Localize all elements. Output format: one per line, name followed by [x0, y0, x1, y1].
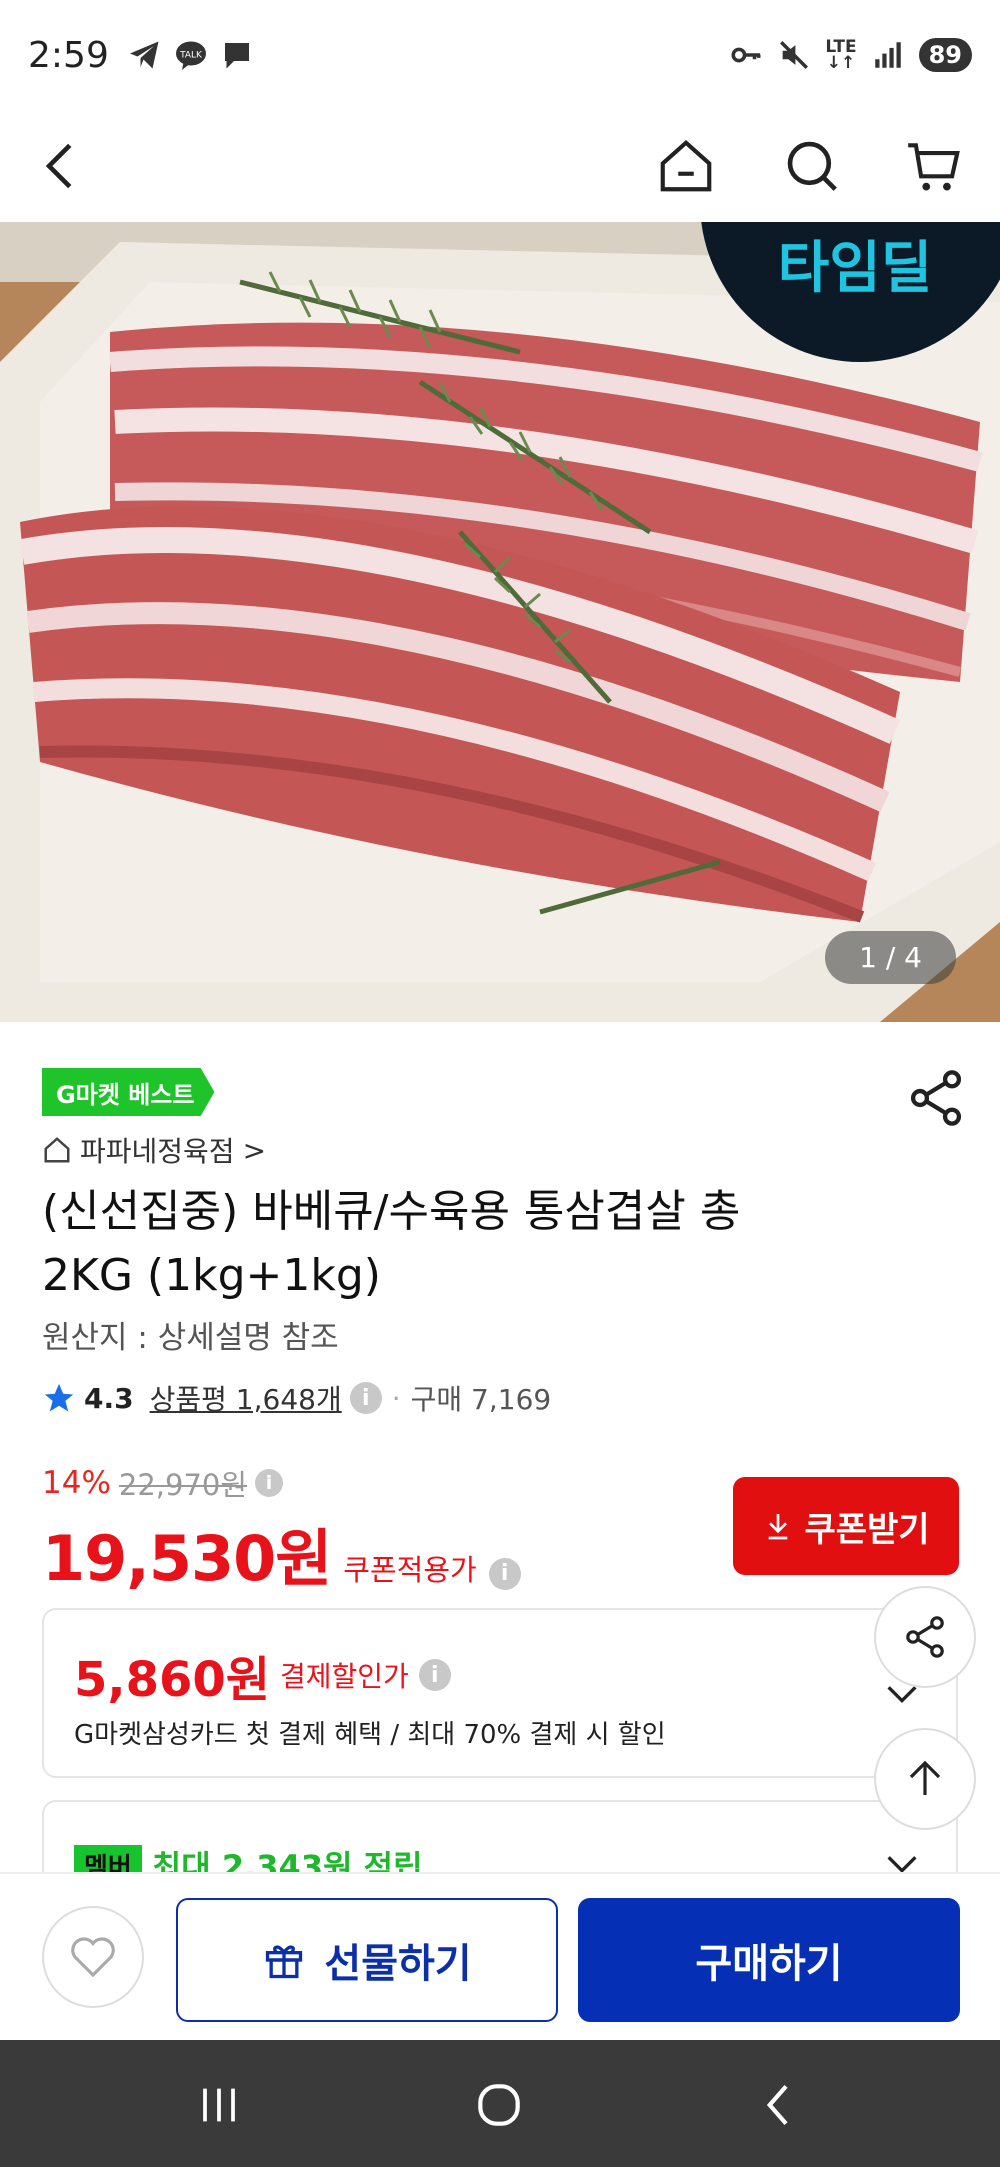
top-navigation	[0, 110, 1000, 222]
wishlist-button[interactable]	[42, 1906, 144, 2008]
star-icon	[44, 1383, 74, 1412]
back-icon	[45, 143, 72, 189]
discount-percent: 14%	[42, 1465, 111, 1501]
gift-button[interactable]: 선물하기	[176, 1898, 558, 2022]
telegram-icon	[129, 41, 159, 69]
scroll-top-button[interactable]	[874, 1728, 976, 1830]
message-bubble-icon	[224, 43, 249, 69]
share-icon	[910, 1070, 962, 1126]
cart-icon	[908, 143, 960, 191]
discount-row: 14% 22,970원 i	[42, 1462, 284, 1504]
gift-icon	[266, 1945, 303, 1979]
key-icon	[731, 47, 761, 63]
bottom-action-bar: 선물하기 구매하기	[0, 1872, 1000, 2040]
rating-row: 4.3 상품평 1,648개 i · 구매 7,169	[42, 1378, 551, 1418]
shop-name: 파파네정육점	[80, 1135, 235, 1168]
sale-price-label: 쿠폰적용가	[343, 1553, 477, 1587]
product-origin: 원산지 : 상세설명 참조	[42, 1320, 339, 1356]
original-price: 22,970원	[118, 1468, 248, 1502]
heart-icon	[71, 1937, 115, 1978]
clock: 2:59	[28, 34, 109, 76]
product-image-carousel[interactable]: 타임딜 1 / 4	[0, 222, 1000, 1022]
shop-home-icon	[44, 1137, 70, 1163]
back-button[interactable]	[24, 128, 100, 204]
signal-icon	[874, 42, 901, 68]
cart-button[interactable]	[896, 128, 972, 204]
pork-belly-photo: 타임딜	[0, 222, 1000, 1022]
home-icon	[660, 139, 712, 192]
best-badge: G마켓 베스트	[42, 1068, 215, 1116]
coupon-button-label: 쿠폰받기	[804, 1509, 930, 1550]
card-discount-amount: 5,860원	[74, 1652, 270, 1708]
search-button[interactable]	[774, 128, 850, 204]
info-icon[interactable]: i	[418, 1659, 451, 1691]
review-link[interactable]: 상품평 1,648개	[150, 1378, 342, 1418]
back-arrow-icon	[766, 2084, 788, 2126]
gift-button-label: 선물하기	[324, 1941, 472, 1987]
notification-icons: TALK	[127, 37, 255, 73]
home-circle-icon	[478, 2084, 520, 2126]
price-row: 19,530원 쿠폰적용가 i	[42, 1508, 521, 1598]
search-icon	[787, 141, 837, 191]
kakaotalk-icon: TALK	[175, 41, 206, 70]
rating-score: 4.3	[84, 1381, 134, 1415]
sale-price: 19,530원	[42, 1522, 332, 1595]
card-discount-panel[interactable]: 5,860원 결제할인가 i G마켓삼성카드 첫 결제 혜택 / 최대 70% …	[42, 1608, 958, 1778]
svg-text:TALK: TALK	[179, 50, 203, 60]
card-discount-desc: G마켓삼성카드 첫 결제 혜택 / 최대 70% 결제 시 할인	[74, 1720, 666, 1750]
share-icon	[906, 1616, 944, 1658]
home-button[interactable]	[648, 128, 724, 204]
info-icon[interactable]: i	[255, 1469, 284, 1497]
status-bar: 2:59 TALK LTE ↓↑ 89	[0, 0, 1000, 110]
shop-link[interactable]: 파파네정육점 >	[42, 1130, 266, 1170]
recents-button[interactable]	[184, 2070, 254, 2140]
arrow-up-icon	[909, 1760, 941, 1795]
image-pager: 1 / 4	[825, 931, 956, 984]
system-indicators: LTE ↓↑ 89	[729, 38, 972, 72]
buy-button[interactable]: 구매하기	[578, 1898, 960, 2022]
download-icon	[769, 1514, 788, 1540]
timedeal-badge-text: 타임딜	[778, 236, 933, 301]
purchase-count: 구매 7,169	[410, 1383, 552, 1416]
coupon-button[interactable]: 쿠폰받기	[733, 1477, 959, 1575]
system-back-button[interactable]	[744, 2070, 814, 2140]
lte-indicator: LTE ↓↑	[825, 37, 857, 73]
system-home-button[interactable]	[464, 2070, 534, 2140]
battery-indicator: 89	[918, 38, 972, 72]
product-title: (신선집중) 바베큐/수육용 통삼겹살 총 2KG (1kg+1kg)	[42, 1186, 741, 1301]
info-icon[interactable]: i	[488, 1557, 521, 1590]
mute-icon	[780, 40, 809, 70]
card-discount-amount-row: 5,860원 결제할인가 i	[74, 1640, 451, 1710]
share-button[interactable]	[904, 1066, 968, 1130]
card-discount-label: 결제할인가	[280, 1660, 409, 1693]
floating-share-button[interactable]	[874, 1586, 976, 1688]
info-icon[interactable]: i	[349, 1382, 382, 1414]
chevron-right-icon: >	[242, 1133, 267, 1167]
system-navigation-bar	[0, 2040, 1000, 2167]
recents-icon	[203, 2088, 235, 2122]
separator: ·	[391, 1381, 401, 1415]
